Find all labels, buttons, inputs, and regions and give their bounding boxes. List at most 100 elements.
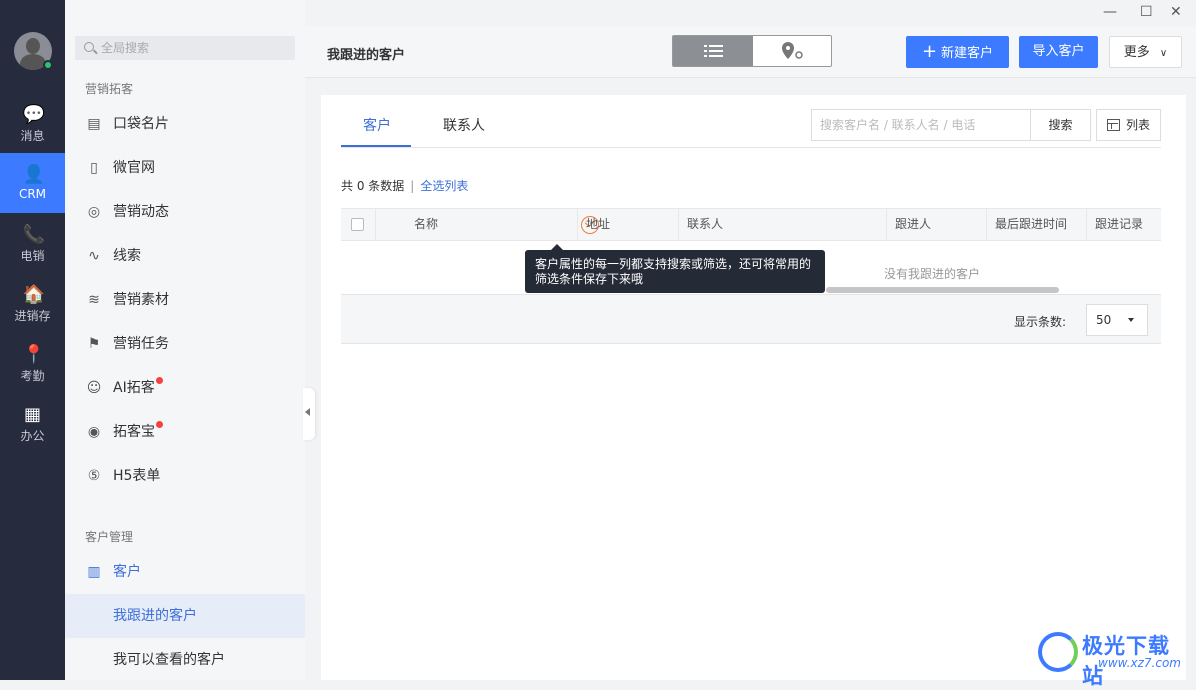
broadcast-icon: ◎ [87, 204, 101, 220]
sidebar-item-micro-site[interactable]: ▯ 微官网 [65, 146, 305, 190]
rail-item-attendance[interactable]: 📍 考勤 [0, 333, 65, 393]
import-customer-button[interactable]: 导入客户 [1019, 36, 1098, 68]
table-header: 名称 地址 联系人 跟进人 最后跟进时间 跟进记录 [341, 208, 1161, 241]
list-view-button[interactable]: 列表 [1096, 109, 1161, 141]
sidebar-item-label: 拓客宝 [113, 424, 155, 440]
view-toggle [672, 35, 832, 67]
map-view-toggle[interactable] [753, 36, 831, 66]
watermark-url: www.xz7.com [1098, 656, 1181, 670]
rail-item-label: 办公 [20, 429, 45, 443]
new-customer-button[interactable]: + 新建客户 [906, 36, 1009, 68]
tab-customer[interactable]: 客户 [363, 115, 391, 135]
close-button[interactable]: ✕ [1170, 4, 1182, 20]
tab-divider [341, 147, 1161, 148]
column-header-contact[interactable]: 联系人 [678, 209, 887, 240]
section-title-customer: 客户管理 [85, 530, 134, 544]
robot-icon: ☺ [86, 380, 102, 396]
house-icon: 🏠 [22, 284, 45, 305]
list-icon [704, 45, 723, 57]
bar-chart-icon: ▥ [87, 564, 101, 580]
collapse-sidebar-handle[interactable] [303, 388, 315, 440]
rail-item-label: CRM [18, 187, 47, 201]
magnifier-icon: ◉ [87, 424, 101, 440]
global-search-input[interactable]: 全局搜索 [75, 36, 295, 60]
filter-tip-tooltip: 客户属性的每一列都支持搜索或筛选，还可将常用的筛选条件保存下来哦 [525, 244, 825, 293]
separator: | [410, 179, 415, 193]
button-label: 列表 [1125, 118, 1150, 132]
sidebar-item-leads[interactable]: ∿ 线索 [65, 234, 305, 278]
sidebar-item-label: 营销任务 [113, 336, 169, 352]
tab-contacts[interactable]: 联系人 [443, 115, 485, 135]
sidebar-item-label: 我跟进的客户 [113, 608, 197, 624]
chat-bubble-icon: 💬 [22, 104, 45, 125]
button-label: 更多 [1123, 45, 1150, 60]
route-icon: ∿ [88, 248, 100, 264]
more-button[interactable]: 更多 ∨ [1109, 36, 1182, 68]
page-size-select[interactable]: 50 [1086, 304, 1148, 336]
sidebar-item-label: 微官网 [113, 160, 155, 176]
chevron-left-icon [305, 408, 310, 416]
empty-state-text: 没有我跟进的客户 [884, 267, 981, 281]
column-label: 名称 [414, 217, 439, 231]
rail-item-label: 进销存 [14, 309, 51, 323]
maximize-button[interactable]: ☐ [1140, 4, 1153, 20]
card-icon: ▤ [87, 116, 101, 132]
sidebar-item-label: 我可以查看的客户 [113, 652, 225, 668]
sidebar-item-label: AI拓客 [113, 380, 155, 396]
customer-search-input[interactable]: 搜索客户名 / 联系人名 / 电话 [811, 109, 1031, 141]
online-status-dot [43, 60, 53, 70]
sidebar-item-business-card[interactable]: ▤ 口袋名片 [65, 102, 305, 146]
minimize-button[interactable]: — [1103, 4, 1117, 20]
result-count: 共 0 条数据 | 全选列表 [341, 177, 468, 194]
column-header-address[interactable]: 地址 [577, 209, 679, 240]
sidebar-item-h5-form[interactable]: ⑤ H5表单 [65, 454, 305, 498]
layers-icon: ≋ [88, 292, 100, 308]
h5-icon: ⑤ [87, 468, 101, 484]
rail-item-messages[interactable]: 💬 消息 [0, 93, 65, 153]
watermark-logo-icon [1038, 632, 1078, 672]
horizontal-scrollbar[interactable] [826, 287, 1059, 293]
phone-icon: 📞 [22, 224, 45, 245]
select-all-link[interactable]: 全选列表 [420, 179, 468, 193]
rail-item-label: 电销 [20, 249, 45, 263]
sidebar-item-prospecting-tool[interactable]: ◉ 拓客宝 [65, 410, 305, 454]
page-size-label: 显示条数: [1014, 315, 1067, 329]
sidebar-item-ai-prospecting[interactable]: ☺ AI拓客 [65, 366, 305, 410]
sidebar-item-marketing-task[interactable]: ⚑ 营销任务 [65, 322, 305, 366]
sidebar-item-my-customers[interactable]: 我跟进的客户 [65, 594, 305, 638]
column-header-name[interactable]: 名称 [375, 209, 599, 240]
search-icon [84, 42, 94, 52]
rail-item-office[interactable]: ▦ 办公 [0, 393, 65, 453]
table-icon [1107, 119, 1120, 131]
select-all-checkbox[interactable] [351, 218, 364, 231]
mobile-icon: ▯ [90, 160, 98, 176]
sidebar-item-customer[interactable]: ▥ 客户 [65, 550, 305, 594]
column-header-follower[interactable]: 跟进人 [886, 209, 986, 240]
column-header-last-follow-time[interactable]: 最后跟进时间 [986, 209, 1086, 240]
table-footer: 显示条数: 50 [341, 294, 1161, 344]
grid-icon: ▦ [23, 404, 41, 425]
flag-icon: ⚑ [87, 336, 101, 352]
rail-item-label: 考勤 [20, 369, 45, 383]
sidebar-item-label: 营销动态 [113, 204, 169, 220]
column-header-follow-record[interactable]: 跟进记录 [1086, 209, 1161, 240]
section-title-marketing: 营销拓客 [85, 82, 134, 96]
rail-item-telesales[interactable]: 📞 电销 [0, 213, 65, 273]
rail-item-inventory[interactable]: 🏠 进销存 [0, 273, 65, 333]
search-button[interactable]: 搜索 [1030, 109, 1091, 141]
location-pin-icon: 📍 [22, 344, 45, 365]
rail-item-crm[interactable]: 👤 CRM [0, 153, 65, 213]
sidebar-item-viewable-customers[interactable]: 我可以查看的客户 [65, 638, 305, 682]
count-text: 共 0 条数据 [341, 179, 405, 193]
sidebar-item-marketing-material[interactable]: ≋ 营销素材 [65, 278, 305, 322]
sidebar-item-marketing-activity[interactable]: ◎ 营销动态 [65, 190, 305, 234]
app-rail: 💬 消息 👤 CRM 📞 电销 🏠 进销存 📍 考勤 ▦ 办公 [0, 0, 65, 680]
active-tab-underline [341, 145, 411, 147]
list-view-toggle[interactable] [673, 36, 753, 66]
chevron-down-icon: ∨ [1159, 48, 1168, 59]
notification-dot [155, 377, 163, 384]
map-pin-icon [782, 42, 803, 59]
sidebar-item-label: 口袋名片 [113, 116, 169, 132]
notification-dot [156, 421, 163, 428]
person-icon: 👤 [22, 164, 45, 185]
